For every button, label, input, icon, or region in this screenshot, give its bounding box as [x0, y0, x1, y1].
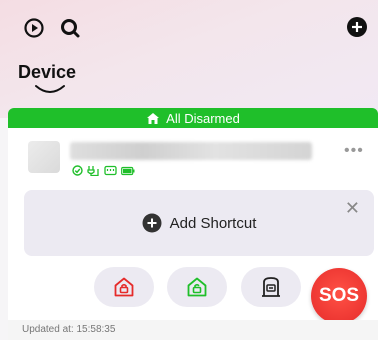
title-underline	[35, 85, 65, 93]
arm-away-icon	[114, 277, 134, 297]
power-plug-icon	[87, 166, 99, 176]
search-icon[interactable]	[58, 16, 82, 40]
history-icon[interactable]	[22, 16, 46, 40]
add-shortcut-label: Add Shortcut	[169, 214, 257, 232]
disarm-icon	[262, 277, 280, 297]
arm-status-bar: All Disarmed	[8, 108, 378, 128]
arm-away-button[interactable]	[94, 267, 154, 307]
sos-button[interactable]: SOS	[311, 268, 367, 324]
page-title: Device	[18, 62, 77, 82]
arm-status-label: All Disarmed	[166, 110, 240, 126]
disarm-button[interactable]	[241, 267, 301, 307]
close-icon[interactable]: ✕	[345, 198, 360, 219]
battery-icon	[121, 166, 135, 175]
add-icon[interactable]	[345, 15, 369, 39]
network-icon	[104, 165, 117, 176]
arm-home-button[interactable]	[167, 267, 227, 307]
header-background	[0, 0, 378, 118]
updated-timestamp: Updated at: 15:58:35	[8, 320, 378, 340]
more-options-icon[interactable]: •••	[344, 142, 364, 160]
device-name-redacted[interactable]	[70, 142, 312, 160]
add-circle-icon	[142, 213, 162, 233]
add-shortcut-card[interactable]: Add Shortcut ✕	[24, 190, 374, 256]
home-icon	[147, 112, 160, 124]
online-check-icon	[72, 165, 83, 176]
device-thumbnail[interactable]	[28, 141, 60, 173]
device-status-icons	[72, 165, 135, 176]
arm-home-icon	[187, 277, 207, 297]
